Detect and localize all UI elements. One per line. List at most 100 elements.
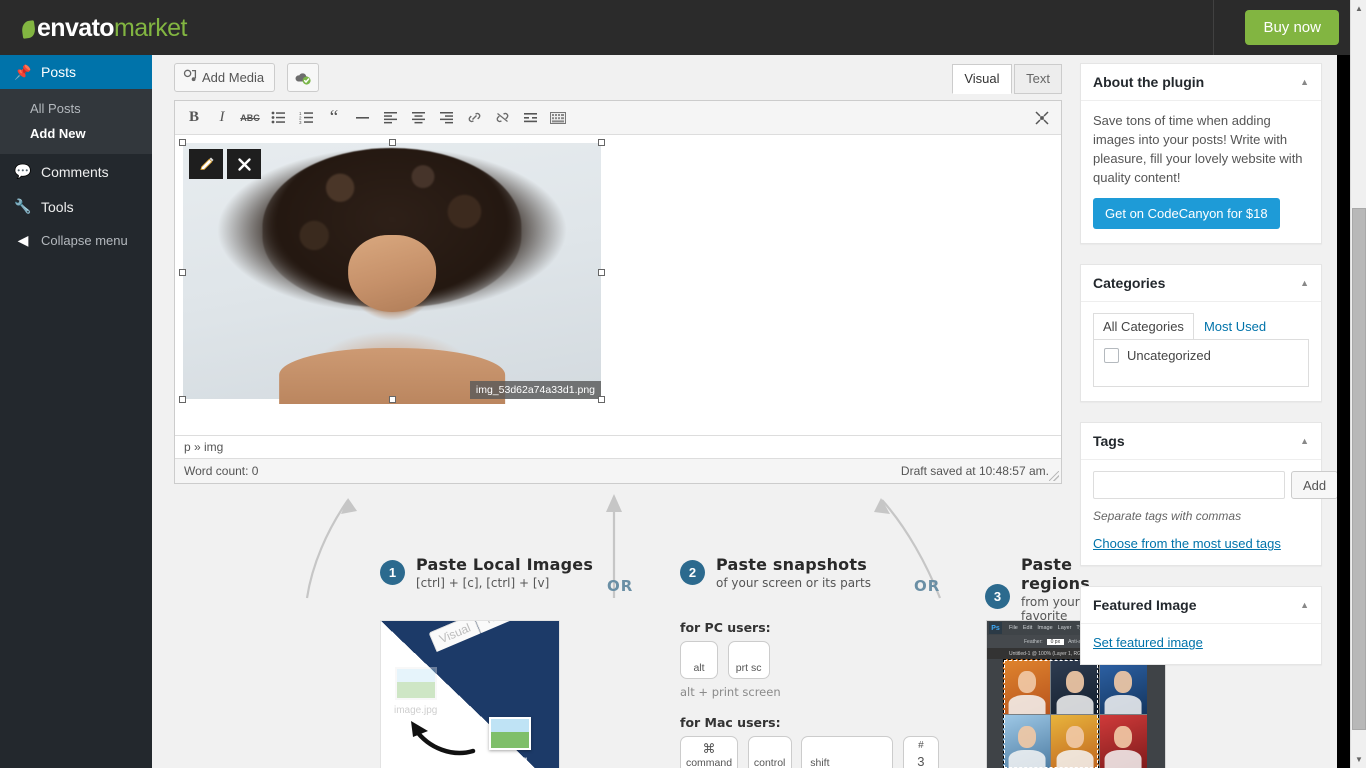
buy-now-button[interactable]: Buy now: [1245, 10, 1339, 45]
metabox-column: About the plugin ▲ Save tons of time whe…: [1080, 63, 1322, 685]
category-item-uncategorized[interactable]: Uncategorized: [1104, 348, 1298, 363]
sidebar-item-comments[interactable]: 💬 Comments: [0, 154, 152, 189]
collapse-menu-button[interactable]: ◀ Collapse menu: [0, 224, 152, 257]
admin-sidebar: 📌 Posts All Posts Add New 💬 Comments 🔧 T…: [0, 55, 152, 768]
tab-text[interactable]: Text: [1014, 64, 1062, 94]
codecanyon-cta-button[interactable]: Get on CodeCanyon for $18: [1093, 198, 1280, 229]
close-icon[interactable]: [227, 149, 261, 179]
chevron-up-icon[interactable]: ▲: [1300, 278, 1309, 288]
numbered-list-icon[interactable]: 1 2 3: [293, 106, 319, 130]
featured-image-header[interactable]: Featured Image ▲: [1081, 587, 1321, 624]
scrollbar-thumb[interactable]: [1352, 208, 1366, 730]
editor-column: Add Media Visual Text B I: [174, 55, 1062, 484]
sidebar-item-posts[interactable]: 📌 Posts: [0, 55, 152, 89]
editor-mode-tabs: Visual Text: [953, 64, 1062, 94]
add-media-label: Add Media: [202, 70, 264, 85]
element-path: p » img: [175, 435, 1061, 458]
tab-most-used[interactable]: Most Used: [1194, 313, 1276, 339]
horizontal-rule-icon[interactable]: [349, 106, 375, 130]
chevron-up-icon[interactable]: ▲: [1300, 77, 1309, 87]
insert-link-icon[interactable]: [461, 106, 487, 130]
resize-handle-s[interactable]: [389, 396, 396, 403]
remove-link-icon[interactable]: [489, 106, 515, 130]
envato-market-logo[interactable]: envatomarket: [22, 14, 187, 43]
step-2-number: 2: [680, 560, 705, 585]
scroll-down-arrow-icon[interactable]: ▼: [1351, 751, 1366, 768]
chevron-up-icon[interactable]: ▲: [1300, 600, 1309, 610]
key-prt-sc: prt sc: [728, 641, 770, 679]
align-right-icon[interactable]: [433, 106, 459, 130]
page-edge-strip: [1337, 55, 1350, 768]
sidebar-item-tools[interactable]: 🔧 Tools: [0, 189, 152, 224]
media-icon: [183, 69, 197, 86]
collapse-icon: ◀: [13, 232, 33, 249]
add-tag-button[interactable]: Add: [1291, 471, 1338, 499]
or-label-1: OR: [607, 577, 633, 595]
admin-page: envatomarket Buy now 📌 Posts All Posts A…: [0, 0, 1366, 768]
tab-all-categories[interactable]: All Categories: [1093, 313, 1194, 339]
image-filename-badge: img_53d62a74a33d1.png: [470, 381, 601, 399]
resize-handle-se[interactable]: [598, 396, 605, 403]
categories-list: Uncategorized: [1093, 339, 1309, 387]
read-more-icon[interactable]: [517, 106, 543, 130]
main-content: Add Media Visual Text B I: [152, 55, 1338, 768]
key-alt: alt: [680, 641, 718, 679]
pin-icon: 📌: [13, 64, 33, 81]
scroll-up-arrow-icon[interactable]: ▲: [1351, 0, 1366, 17]
italic-icon[interactable]: I: [209, 106, 235, 130]
logo-envato-text: envato: [37, 14, 114, 42]
align-center-icon[interactable]: [405, 106, 431, 130]
paste-cloud-icon[interactable]: [287, 63, 319, 92]
selected-image[interactable]: img_53d62a74a33d1.png: [183, 143, 601, 399]
checkbox-uncategorized[interactable]: [1104, 348, 1119, 363]
mac-keys-block: for Mac users: ⌘ command control shift #…: [680, 715, 945, 768]
word-count: Word count: 0: [184, 464, 258, 478]
resize-handle-n[interactable]: [389, 139, 396, 146]
resize-handle-ne[interactable]: [598, 139, 605, 146]
paste-arrow-icon: [407, 717, 479, 757]
pc-keys-block: for PC users: alt prt sc alt + print scr…: [680, 620, 781, 699]
tags-input[interactable]: [1093, 471, 1285, 499]
align-left-icon[interactable]: [377, 106, 403, 130]
metabox-categories: Categories ▲ All Categories Most Used Un…: [1080, 264, 1322, 402]
add-media-button[interactable]: Add Media: [174, 63, 275, 92]
most-used-tags-link[interactable]: Choose from the most used tags: [1093, 536, 1281, 551]
toolbar-toggle-icon[interactable]: [545, 106, 571, 130]
categories-header[interactable]: Categories ▲: [1081, 265, 1321, 302]
ghost-image-thumb: [395, 667, 437, 700]
step-1-number: 1: [380, 560, 405, 585]
pc-keys-title: for PC users:: [680, 620, 781, 635]
tags-header[interactable]: Tags ▲: [1081, 423, 1321, 460]
tab-visual[interactable]: Visual: [952, 64, 1011, 94]
page-scrollbar[interactable]: ▲ ▼: [1350, 0, 1366, 768]
wrench-icon: 🔧: [13, 198, 33, 215]
metabox-about-the-plugin: About the plugin ▲ Save tons of time whe…: [1080, 63, 1322, 244]
about-plugin-text: Save tons of time when adding images int…: [1093, 112, 1309, 187]
chevron-up-icon[interactable]: ▲: [1300, 436, 1309, 446]
draft-saved-status: Draft saved at 10:48:57 am.: [901, 464, 1049, 478]
ps-option-feather-value: 0 px: [1047, 639, 1064, 645]
fullscreen-icon[interactable]: [1031, 107, 1053, 129]
resize-handle-e[interactable]: [598, 269, 605, 276]
about-plugin-header[interactable]: About the plugin ▲: [1081, 64, 1321, 101]
strikethrough-icon[interactable]: ABC: [237, 106, 263, 130]
ghost-image-label: image.jpg: [394, 705, 437, 716]
or-label-2: OR: [914, 577, 940, 595]
resize-handle-sw[interactable]: [179, 396, 186, 403]
set-featured-image-link[interactable]: Set featured image: [1093, 635, 1203, 650]
submenu-item-all-posts[interactable]: All Posts: [0, 96, 152, 121]
categories-title: Categories: [1093, 275, 1165, 291]
submenu-item-add-new[interactable]: Add New: [0, 121, 152, 146]
key-command: ⌘ command: [680, 736, 738, 768]
pencil-icon[interactable]: [189, 149, 223, 179]
bold-icon[interactable]: B: [181, 106, 207, 130]
bulleted-list-icon[interactable]: [265, 106, 291, 130]
resize-handle-w[interactable]: [179, 269, 186, 276]
step-1-illustration: VisualText image.jpg image.jpg: [380, 620, 560, 768]
step-3-number: 3: [985, 584, 1010, 609]
tags-body: Add Separate tags with commas Choose fro…: [1081, 460, 1321, 565]
resize-handle-nw[interactable]: [179, 139, 186, 146]
key-control: control: [748, 736, 792, 768]
editor-content-area[interactable]: img_53d62a74a33d1.png: [175, 135, 1061, 435]
blockquote-icon[interactable]: “: [321, 106, 347, 130]
